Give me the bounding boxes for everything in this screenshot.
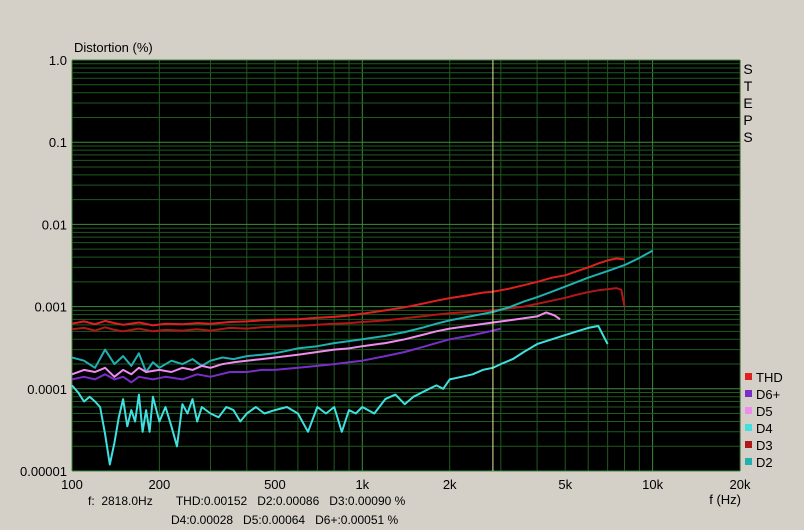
x-tick-label: 5k — [558, 477, 572, 492]
y-tick-label: 0.01 — [42, 217, 67, 232]
legend-swatch — [745, 373, 752, 380]
x-tick-label: 100 — [61, 477, 83, 492]
x-tick-label: 10k — [642, 477, 663, 492]
steps-letter: E — [743, 95, 752, 111]
legend-label: THD — [756, 370, 783, 385]
legend: THD D6+ D5 D4 D3 D2 — [745, 370, 783, 470]
y-tick-label: 0.00001 — [20, 464, 67, 479]
y-axis-label: Distortion (%) — [74, 40, 153, 55]
legend-swatch — [745, 407, 752, 414]
legend-label: D2 — [756, 455, 773, 470]
legend-swatch — [745, 390, 752, 397]
x-tick-label: 500 — [264, 477, 286, 492]
legend-swatch — [745, 441, 752, 448]
steps-letter: S — [743, 129, 752, 145]
y-tick-labels: 1.0 0.1 0.01 0.001 0.0001 0.00001 — [20, 53, 67, 479]
cursor-readout-line-1: f: 2818.0Hz THD:0.00152 D2:0.00086 D3:0.… — [88, 494, 406, 508]
steps-letter: S — [743, 61, 752, 77]
legend-label: D3 — [756, 438, 773, 453]
legend-label: D5 — [756, 404, 773, 419]
legend-swatch — [745, 458, 752, 465]
y-tick-label: 1.0 — [49, 53, 67, 68]
steps-side-label: STEPS — [743, 61, 752, 145]
y-tick-label: 0.1 — [49, 135, 67, 150]
steps-letter: P — [743, 112, 752, 128]
cursor-readout-line-2: D4:0.00028 D5:0.00064 D6+:0.00051 % — [171, 513, 398, 527]
x-axis-label: f (Hz) — [709, 492, 741, 507]
legend-swatch — [745, 424, 752, 431]
distortion-chart: Distortion (%) 1.0 0.1 0.01 0.001 0.0001 0.00… — [20, 40, 783, 527]
x-tick-label: 2k — [443, 477, 457, 492]
y-tick-label: 0.0001 — [27, 382, 67, 397]
legend-label: D4 — [756, 421, 773, 436]
y-tick-label: 0.001 — [34, 300, 67, 315]
x-tick-label: 20k — [730, 477, 751, 492]
steps-letter: T — [744, 78, 753, 94]
x-tick-label: 200 — [149, 477, 171, 492]
x-tick-labels: 100 200 500 1k 2k 5k 10k 20k — [61, 477, 751, 492]
legend-label: D6+ — [756, 387, 780, 402]
x-tick-label: 1k — [355, 477, 369, 492]
